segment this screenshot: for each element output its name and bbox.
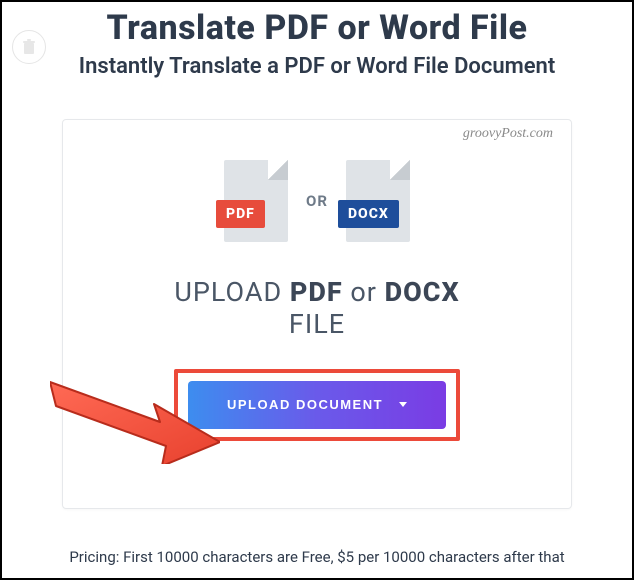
trash-icon [22, 39, 36, 55]
page-heading: Translate PDF or Word File Instantly Tra… [2, 8, 632, 79]
page-subtitle: Instantly Translate a PDF or Word File D… [2, 54, 632, 79]
docx-file-icon: DOCX [346, 160, 410, 242]
file-type-separator: OR [306, 192, 328, 210]
watermark: groovyPost.com [463, 126, 553, 142]
close-button[interactable] [12, 30, 46, 64]
docx-label: DOCX [338, 200, 399, 228]
upload-card: groovyPost.com PDF OR DOCX UPLOAD PDF or… [62, 119, 572, 509]
pdf-label: PDF [216, 200, 265, 228]
page-title: Translate PDF or Word File [2, 8, 632, 48]
file-type-row: PDF OR DOCX [224, 160, 410, 242]
upload-button-label: UPLOAD DOCUMENT [227, 397, 383, 412]
pricing-text: Pricing: First 10000 characters are Free… [2, 548, 632, 566]
upload-title: UPLOAD PDF or DOCX FILE [174, 276, 459, 341]
chevron-down-icon [399, 402, 407, 407]
upload-button-highlight: UPLOAD DOCUMENT [174, 369, 460, 441]
pdf-file-icon: PDF [224, 160, 288, 242]
upload-document-button[interactable]: UPLOAD DOCUMENT [188, 381, 446, 429]
